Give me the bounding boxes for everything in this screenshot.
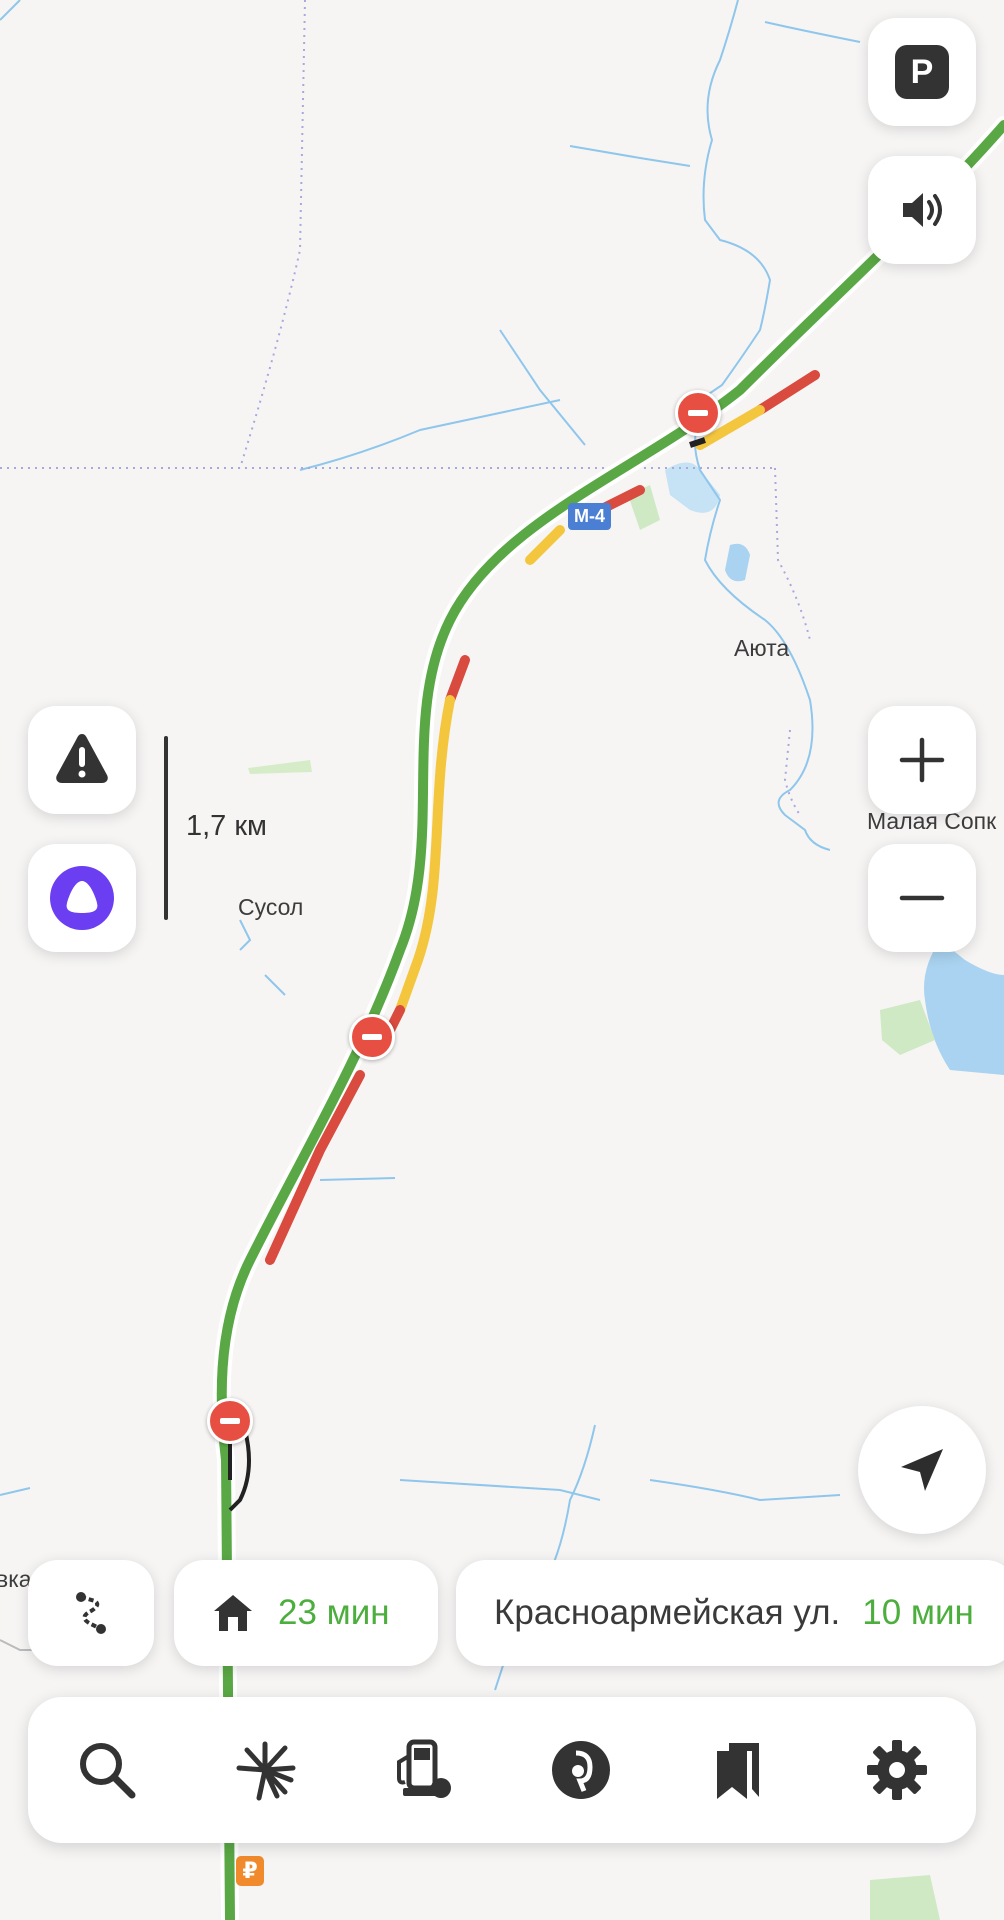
speaker-icon bbox=[903, 193, 942, 227]
discovery-icon bbox=[236, 1741, 296, 1801]
destination-name: Красноармейская ул. bbox=[494, 1593, 841, 1632]
zoom-in-button[interactable] bbox=[868, 706, 976, 814]
pond-shape bbox=[725, 543, 750, 582]
home-route-pill[interactable]: 23 мин bbox=[174, 1560, 438, 1666]
place-label-edge: вка bbox=[0, 1566, 32, 1592]
tab-bookmarks[interactable] bbox=[694, 1725, 784, 1815]
plus-icon bbox=[899, 737, 945, 783]
road-closed-marker[interactable] bbox=[349, 1014, 395, 1060]
forest-shape bbox=[870, 1875, 940, 1920]
report-button[interactable] bbox=[28, 706, 136, 814]
tab-music[interactable] bbox=[536, 1725, 626, 1815]
parking-button[interactable]: P bbox=[868, 18, 976, 126]
fuel-price-marker[interactable]: ₽ bbox=[236, 1856, 264, 1886]
music-icon bbox=[552, 1741, 610, 1799]
alice-assistant-button[interactable] bbox=[28, 844, 136, 952]
destination-time: 10 мин bbox=[862, 1593, 974, 1632]
settings-icon bbox=[867, 1740, 927, 1800]
place-label-auta: Аюта bbox=[734, 635, 790, 661]
home-icon bbox=[214, 1595, 252, 1631]
lake-shape bbox=[924, 940, 1004, 1075]
bottom-navigation-bar bbox=[28, 1697, 976, 1843]
search-icon bbox=[80, 1743, 136, 1799]
home-route-time: 23 мин bbox=[278, 1593, 390, 1632]
road-shield-m4: M-4 bbox=[568, 503, 611, 530]
tab-settings[interactable] bbox=[852, 1725, 942, 1815]
tab-search[interactable] bbox=[62, 1725, 152, 1815]
traffic-segments bbox=[265, 370, 820, 1265]
minus-icon bbox=[899, 895, 945, 901]
my-location-button[interactable] bbox=[858, 1406, 986, 1534]
route-icon bbox=[76, 1592, 106, 1634]
road-closed-marker[interactable] bbox=[675, 390, 721, 436]
parking-icon: P bbox=[895, 45, 949, 99]
road-closed-marker[interactable] bbox=[207, 1398, 253, 1444]
tab-fuel[interactable] bbox=[378, 1725, 468, 1815]
fuel-icon bbox=[397, 1739, 451, 1798]
tab-discovery[interactable] bbox=[220, 1725, 310, 1815]
scale-bar bbox=[164, 736, 168, 920]
alice-icon bbox=[50, 866, 114, 930]
route-overview-button[interactable] bbox=[28, 1560, 154, 1666]
scale-label: 1,7 км bbox=[186, 810, 267, 842]
zoom-out-button[interactable] bbox=[868, 844, 976, 952]
forest-shape bbox=[248, 760, 312, 774]
place-label-susol: Сусол bbox=[238, 894, 304, 920]
sound-button[interactable] bbox=[868, 156, 976, 264]
navigation-arrow-icon bbox=[901, 1449, 943, 1491]
destination-route-pill[interactable]: Красноармейская ул. 10 мин bbox=[456, 1560, 1004, 1666]
bookmarks-icon bbox=[717, 1743, 759, 1799]
warning-icon bbox=[56, 734, 108, 783]
